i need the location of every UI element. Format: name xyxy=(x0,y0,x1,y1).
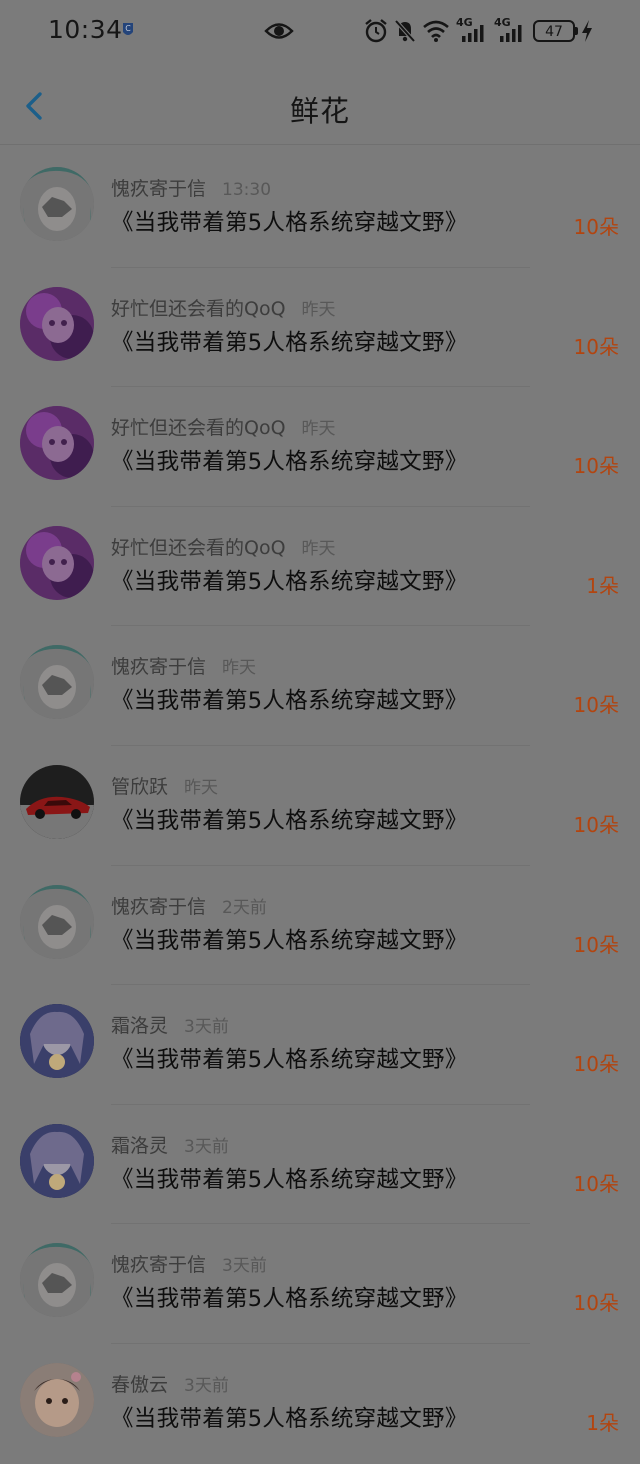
book-title: 《当我带着第5人格系统穿越文野》 xyxy=(111,568,468,595)
wifi-icon xyxy=(423,20,449,42)
status-time: 10:34 xyxy=(48,15,123,44)
flower-amount: 10朵 xyxy=(573,932,619,957)
sender-name: 愧疚寄于信 xyxy=(111,656,207,679)
flower-amount: 10朵 xyxy=(573,1052,619,1077)
header-bar: 鲜花 xyxy=(0,62,640,145)
signal-icon: 4G xyxy=(494,16,526,44)
sender-name: 愧疚寄于信 xyxy=(111,178,207,200)
sender-line: 愧疚寄于信 3天前 xyxy=(111,1250,267,1277)
sender-line: 愧疚寄于信 2天前 xyxy=(111,892,267,919)
sender-line: 霜洛灵 3天前 xyxy=(111,1131,229,1158)
gift-time: 2天前 xyxy=(222,897,267,918)
sender-line: 好忙但还会看的QoQ 昨天 xyxy=(111,533,336,560)
avatar[interactable] xyxy=(20,406,94,481)
battery-tip xyxy=(575,27,578,35)
sender-line: 愧疚寄于信 13:30 xyxy=(111,174,271,201)
sender-line: 好忙但还会看的QoQ 昨天 xyxy=(111,294,336,321)
flower-gift-list: 愧疚寄于信 13:30 《当我带着第5人格系统穿越文野》 10朵 好忙但还会看的Q… xyxy=(0,148,640,1464)
signal-icon: 4G xyxy=(456,16,488,44)
book-title: 《当我带着第5人格系统穿越文野》 xyxy=(111,1047,468,1074)
gift-time: 昨天 xyxy=(301,538,336,559)
sender-name: 管欣跃 xyxy=(111,775,169,798)
avatar[interactable] xyxy=(20,1123,94,1198)
sender-name: 霜洛灵 xyxy=(111,1015,169,1038)
book-title: 《当我带着第5人格系统穿越文野》 xyxy=(111,210,468,236)
book-title: 《当我带着第5人格系统穿越文野》 xyxy=(111,1286,468,1313)
gift-time: 昨天 xyxy=(301,299,336,320)
list-item[interactable]: 愧疚寄于信 2天前 《当我带着第5人格系统穿越文野》 10朵 xyxy=(0,866,640,986)
sender-name: 好忙但还会看的QoQ xyxy=(111,297,286,320)
book-title: 《当我带着第5人格系统穿越文野》 xyxy=(111,449,468,476)
avatar[interactable] xyxy=(20,525,94,600)
book-title: 《当我带着第5人格系统穿越文野》 xyxy=(111,1166,468,1193)
book-title: 《当我带着第5人格系统穿越文野》 xyxy=(111,688,468,715)
list-item[interactable]: 好忙但还会看的QoQ 昨天 《当我带着第5人格系统穿越文野》 1朵 xyxy=(0,507,640,627)
list-item[interactable]: 好忙但还会看的QoQ 昨天 《当我带着第5人格系统穿越文野》 10朵 xyxy=(0,268,640,388)
gift-time: 3天前 xyxy=(222,1256,267,1277)
flower-amount: 10朵 xyxy=(573,454,619,479)
status-bar: 10:34 C 4G 4G 47 xyxy=(0,0,640,62)
avatar[interactable] xyxy=(20,286,94,361)
avatar[interactable] xyxy=(20,1243,94,1318)
sender-line: 霜洛灵 3天前 xyxy=(111,1011,229,1038)
avatar[interactable] xyxy=(20,167,94,241)
alarm-clock-icon xyxy=(365,19,387,43)
charging-icon xyxy=(582,20,592,42)
sender-line: 好忙但还会看的QoQ 昨天 xyxy=(111,413,336,440)
list-item[interactable]: 霜洛灵 3天前 《当我带着第5人格系统穿越文野》 10朵 xyxy=(0,1105,640,1225)
sender-line: 春傲云 3天前 xyxy=(111,1370,229,1397)
book-title: 《当我带着第5人格系统穿越文野》 xyxy=(111,329,468,356)
avatar[interactable] xyxy=(20,1362,94,1437)
flower-amount: 1朵 xyxy=(586,573,619,598)
avatar[interactable] xyxy=(20,645,94,720)
battery-icon: 47 xyxy=(533,20,575,42)
avatar[interactable] xyxy=(20,764,94,839)
flower-amount: 10朵 xyxy=(573,693,619,718)
avatar[interactable] xyxy=(20,1004,94,1079)
avatar[interactable] xyxy=(20,884,94,959)
gift-time: 昨天 xyxy=(184,777,219,798)
gift-time: 13:30 xyxy=(222,180,272,200)
flower-amount: 10朵 xyxy=(573,1291,619,1316)
gift-time: 昨天 xyxy=(222,658,257,679)
sender-name: 霜洛灵 xyxy=(111,1134,169,1157)
gift-time: 3天前 xyxy=(184,1017,229,1038)
svg-text:C: C xyxy=(125,24,131,33)
flower-amount: 10朵 xyxy=(573,215,619,239)
sender-name: 愧疚寄于信 xyxy=(111,1254,207,1277)
book-title: 《当我带着第5人格系统穿越文野》 xyxy=(111,807,468,834)
sender-name: 好忙但还会看的QoQ xyxy=(111,536,286,559)
list-item[interactable]: 春傲云 3天前 《当我带着第5人格系统穿越文野》 1朵 xyxy=(0,1344,640,1464)
list-item[interactable]: 管欣跃 昨天 《当我带着第5人格系统穿越文野》 10朵 xyxy=(0,746,640,866)
list-item[interactable]: 愧疚寄于信 3天前 《当我带着第5人格系统穿越文野》 10朵 xyxy=(0,1224,640,1344)
gift-time: 3天前 xyxy=(184,1375,229,1396)
alarm-indicator-icon: C xyxy=(123,23,133,35)
sender-name: 愧疚寄于信 xyxy=(111,895,207,918)
list-item[interactable]: 愧疚寄于信 13:30 《当我带着第5人格系统穿越文野》 10朵 xyxy=(0,148,640,268)
flower-amount: 1朵 xyxy=(586,1410,619,1435)
flower-amount: 10朵 xyxy=(573,1171,619,1196)
sender-line: 管欣跃 昨天 xyxy=(111,772,218,799)
flower-amount: 10朵 xyxy=(573,334,619,359)
flower-amount: 10朵 xyxy=(573,812,619,837)
list-item[interactable]: 愧疚寄于信 昨天 《当我带着第5人格系统穿越文野》 10朵 xyxy=(0,626,640,746)
book-title: 《当我带着第5人格系统穿越文野》 xyxy=(111,1405,468,1432)
battery-level: 47 xyxy=(545,24,563,40)
gift-time: 昨天 xyxy=(301,419,336,440)
sender-line: 愧疚寄于信 昨天 xyxy=(111,652,256,679)
list-item[interactable]: 好忙但还会看的QoQ 昨天 《当我带着第5人格系统穿越文野》 10朵 xyxy=(0,387,640,507)
list-item[interactable]: 霜洛灵 3天前 《当我带着第5人格系统穿越文野》 10朵 xyxy=(0,985,640,1105)
sender-name: 好忙但还会看的QoQ xyxy=(111,417,286,440)
eye-icon xyxy=(264,23,294,39)
sender-name: 春傲云 xyxy=(111,1373,169,1396)
gift-time: 3天前 xyxy=(184,1136,229,1157)
mute-bell-icon xyxy=(394,19,416,43)
page-title: 鲜花 xyxy=(289,94,350,128)
book-title: 《当我带着第5人格系统穿越文野》 xyxy=(111,927,468,954)
